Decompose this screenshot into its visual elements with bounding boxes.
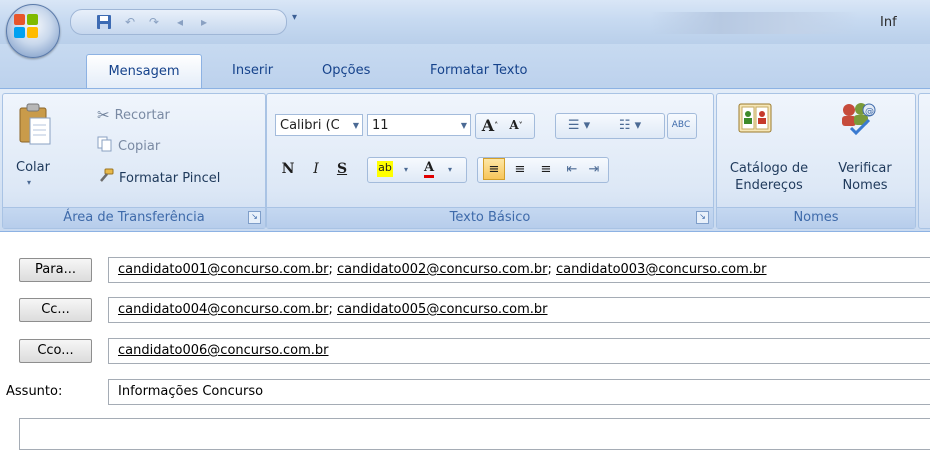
- title-bar-blurred-text: [650, 12, 860, 34]
- clipboard-group: Colar ▾ ✂ Recortar Copiar Formatar Pince…: [2, 93, 266, 229]
- bcc-button[interactable]: Cco...: [19, 339, 92, 363]
- highlight-dropdown-icon[interactable]: ▾: [399, 158, 413, 180]
- check-names-icon: @: [842, 103, 876, 136]
- italic-button[interactable]: I: [305, 158, 327, 180]
- address-book-label-line2: Endereços: [735, 178, 803, 193]
- previous-item-icon[interactable]: ◂: [171, 13, 189, 31]
- cut-button[interactable]: ✂ Recortar: [97, 106, 170, 124]
- undo-icon[interactable]: ↶: [121, 13, 139, 31]
- names-group-label: Nomes: [717, 207, 915, 228]
- clipboard-dialog-launcher-icon[interactable]: ↘: [248, 211, 261, 224]
- scissors-icon: ✂: [97, 106, 110, 124]
- copy-button[interactable]: Copiar: [97, 136, 160, 156]
- bullets-icon[interactable]: ☰ ▾: [559, 114, 599, 136]
- subject-label: Assunto:: [6, 384, 63, 399]
- check-names-button[interactable]: Verificar Nomes: [825, 160, 905, 194]
- clipboard-group-label: Área de Transferência: [3, 207, 265, 228]
- bcc-field[interactable]: candidato006@concurso.com.br: [108, 338, 930, 364]
- next-item-icon[interactable]: ▸: [195, 13, 213, 31]
- tab-mensagem[interactable]: Mensagem: [86, 54, 202, 89]
- paste-button[interactable]: Colar: [3, 159, 63, 176]
- save-icon[interactable]: [95, 13, 113, 31]
- customize-qat-icon[interactable]: ▾: [292, 12, 297, 23]
- cut-label: Recortar: [114, 107, 170, 123]
- basic-text-group: Calibri (C ▼ 11 ▼ A ˄ A ˅ ☰ ▾ ☷ ▾ ABC N I …: [266, 93, 714, 229]
- names-group: @ Catálogo de Endereços Verificar Nomes …: [716, 93, 916, 229]
- to-field[interactable]: candidato001@concurso.com.br; candidato0…: [108, 257, 930, 283]
- recipient-link[interactable]: candidato004@concurso.com.br: [118, 302, 329, 317]
- spelling-icon[interactable]: ABC: [670, 114, 692, 136]
- cc-field[interactable]: candidato004@concurso.com.br; candidato0…: [108, 297, 930, 323]
- bold-button[interactable]: N: [277, 158, 299, 180]
- quick-access-toolbar: ↶ ↷ ◂ ▸: [70, 9, 287, 35]
- recipient-link[interactable]: candidato003@concurso.com.br: [556, 262, 767, 277]
- address-book-label-line1: Catálogo de: [729, 161, 809, 176]
- recipient-link[interactable]: candidato005@concurso.com.br: [337, 302, 548, 317]
- tab-opcoes[interactable]: Opções: [312, 57, 380, 85]
- copy-label: Copiar: [118, 138, 161, 154]
- paintbrush-icon: [97, 168, 114, 188]
- align-left-icon[interactable]: ≡: [483, 158, 505, 180]
- next-group-partial: [918, 93, 930, 229]
- cc-button[interactable]: Cc...: [19, 298, 92, 322]
- underline-button[interactable]: S: [331, 158, 353, 180]
- to-button[interactable]: Para...: [19, 258, 92, 282]
- grow-font-icon[interactable]: A ˄: [479, 114, 501, 136]
- increase-indent-icon[interactable]: ⇥: [583, 158, 605, 180]
- decrease-indent-icon[interactable]: ⇤: [561, 158, 583, 180]
- redo-icon[interactable]: ↷: [145, 13, 163, 31]
- paste-dropdown-icon[interactable]: ▾: [27, 178, 31, 187]
- basic-text-dialog-launcher-icon[interactable]: ↘: [696, 211, 709, 224]
- align-center-icon[interactable]: ≡: [509, 158, 531, 180]
- recipient-link[interactable]: candidato002@concurso.com.br: [337, 262, 548, 277]
- font-name-value: Calibri (C: [280, 118, 340, 133]
- basic-text-group-label: Texto Básico: [267, 207, 713, 228]
- format-painter-button[interactable]: Formatar Pincel: [97, 168, 220, 188]
- paste-icon: [19, 103, 51, 145]
- copy-icon: [97, 136, 113, 156]
- align-right-icon[interactable]: ≡: [535, 158, 557, 180]
- font-size-combo[interactable]: 11 ▼: [367, 114, 471, 136]
- font-color-dropdown-icon[interactable]: ▾: [443, 158, 457, 180]
- window-title: Inf: [880, 15, 897, 30]
- tab-inserir[interactable]: Inserir: [222, 57, 283, 85]
- font-size-value: 11: [372, 118, 389, 133]
- address-book-icon: [738, 103, 772, 133]
- tab-formatar-texto[interactable]: Formatar Texto: [420, 57, 538, 85]
- recipient-link[interactable]: candidato006@concurso.com.br: [118, 343, 329, 358]
- svg-text:@: @: [865, 107, 874, 117]
- check-names-label-line2: Nomes: [842, 178, 888, 193]
- chevron-down-icon: ▼: [460, 121, 467, 130]
- message-body[interactable]: [19, 418, 930, 450]
- font-color-icon[interactable]: A: [417, 158, 441, 180]
- chevron-down-icon: ▼: [352, 121, 359, 130]
- check-names-label-line1: Verificar: [838, 161, 892, 176]
- highlight-icon[interactable]: ab: [373, 158, 397, 180]
- subject-field[interactable]: Informações Concurso: [108, 379, 930, 405]
- office-logo-icon: [14, 14, 38, 38]
- shrink-font-icon[interactable]: A ˅: [505, 114, 527, 136]
- numbering-icon[interactable]: ☷ ▾: [605, 114, 655, 136]
- format-painter-label: Formatar Pincel: [119, 170, 221, 186]
- address-book-button[interactable]: Catálogo de Endereços: [721, 160, 817, 194]
- recipient-link[interactable]: candidato001@concurso.com.br: [118, 262, 329, 277]
- font-name-combo[interactable]: Calibri (C ▼: [275, 114, 363, 136]
